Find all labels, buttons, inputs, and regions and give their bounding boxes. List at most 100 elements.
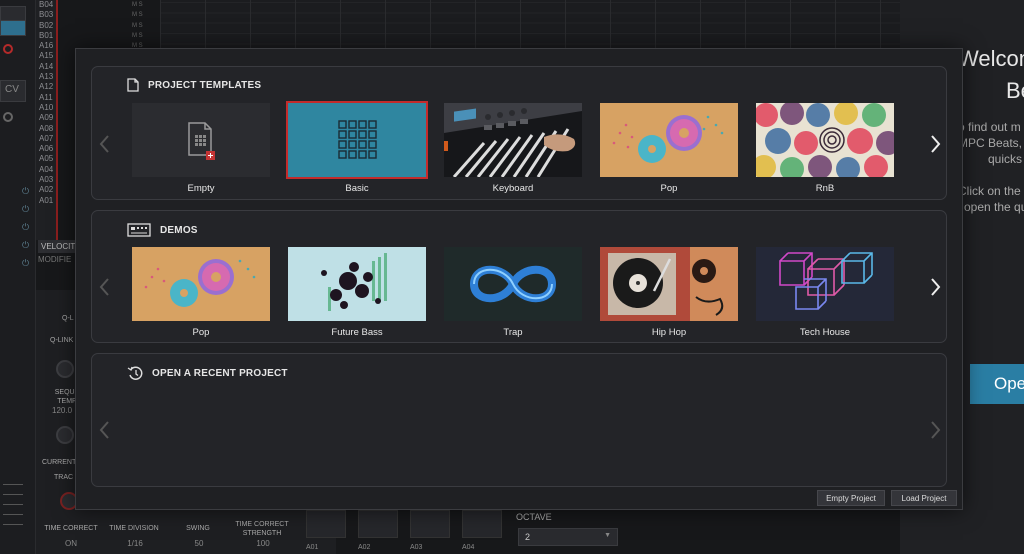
template-card-pop[interactable]: Pop <box>600 103 738 194</box>
chevron-left-icon[interactable] <box>98 420 112 440</box>
cubes-thumbnail <box>756 247 894 321</box>
empty-project-button[interactable]: Empty Project <box>817 490 885 506</box>
modifier-tab[interactable]: MODIFIE <box>38 255 71 264</box>
left-strip: CV ⏻ ⏻ ⏻ ⏻ ⏻ <box>0 0 36 554</box>
power-icon[interactable]: ⏻ <box>22 204 29 215</box>
track-label[interactable]: A04 <box>36 165 56 175</box>
pad[interactable] <box>358 510 398 538</box>
power-icon[interactable]: ⏻ <box>22 258 29 269</box>
chevron-right-icon[interactable] <box>928 277 942 297</box>
track-list: B04 B03 B02 B01 A16 A15 A14 A13 A12 A11 A10 A09 A08 A… <box>36 0 58 240</box>
card-label: RnB <box>815 183 835 194</box>
octave-label: OCTAVE <box>516 512 552 522</box>
octave-value: 2 <box>525 532 531 542</box>
welcome-text: MPC Beats, <box>958 136 1023 150</box>
track-label[interactable]: A06 <box>36 144 56 154</box>
velocity-tab[interactable]: VELOCIT <box>38 240 78 253</box>
donuts-thumbnail <box>132 247 270 321</box>
template-cards: Empty Basic Keyboard Pop RnB <box>132 101 912 194</box>
record-arm-icon[interactable] <box>3 44 13 54</box>
track-label[interactable]: A01 <box>36 196 56 206</box>
pad[interactable] <box>462 510 502 538</box>
mute-solo-buttons[interactable]: M S <box>132 0 156 10</box>
section-title: OPEN A RECENT PROJECT <box>152 367 288 379</box>
demo-card-trap[interactable]: Trap <box>444 247 582 338</box>
power-icon[interactable]: ⏻ <box>22 240 29 251</box>
track-label[interactable]: A03 <box>36 175 56 185</box>
welcome-text: quicks <box>988 152 1023 166</box>
chevron-left-icon[interactable] <box>98 277 112 297</box>
chevron-down-icon: ▼ <box>604 532 611 539</box>
power-icon[interactable]: ⏻ <box>22 186 29 197</box>
pad-label: A04 <box>462 544 475 551</box>
q-link-label: Q-LINK <box>50 337 74 344</box>
mpc-device-icon <box>127 223 151 237</box>
welcome-title-2: Be <box>1006 78 1024 103</box>
section-title: DEMOS <box>160 224 198 236</box>
track-label[interactable]: A10 <box>36 103 56 113</box>
q-link-tab[interactable]: Q-L <box>62 314 74 323</box>
card-label: Keyboard <box>492 183 534 194</box>
track-label[interactable]: A15 <box>36 51 56 61</box>
current-knob[interactable] <box>56 426 74 444</box>
template-card-keyboard[interactable]: Keyboard <box>444 103 582 194</box>
mute-solo-buttons[interactable]: M S <box>132 10 156 20</box>
demo-cards: Pop Future Bass Trap Hip Hop Tech House <box>132 247 912 338</box>
template-card-rnb[interactable]: RnB <box>756 103 894 194</box>
infinity-thumbnail <box>444 247 582 321</box>
chevron-right-icon[interactable] <box>928 134 942 154</box>
track-label[interactable]: B01 <box>36 31 56 41</box>
template-card-empty[interactable]: Empty <box>132 103 270 194</box>
card-label: Tech House <box>799 327 851 338</box>
cv-button[interactable]: CV <box>0 80 26 102</box>
chevron-right-icon[interactable] <box>928 420 942 440</box>
mute-solo-buttons[interactable]: M S <box>132 21 156 31</box>
knob-value: 100 <box>256 539 270 548</box>
open-button[interactable]: Ope <box>970 364 1024 404</box>
track-label[interactable]: A09 <box>36 113 56 123</box>
track-label[interactable]: A05 <box>36 154 56 164</box>
knob-value: 50 <box>194 539 204 548</box>
knob-label: TIME DIVISION <box>109 525 159 532</box>
welcome-text: open the qu <box>964 200 1024 214</box>
welcome-text: Click on the <box>958 184 1021 198</box>
current-label: CURRENT <box>42 459 77 466</box>
track-label[interactable]: A13 <box>36 72 56 82</box>
track-label[interactable]: A02 <box>36 185 56 195</box>
demo-card-tech-house[interactable]: Tech House <box>756 247 894 338</box>
demo-card-hip-hop[interactable]: Hip Hop <box>600 247 738 338</box>
card-label: Pop <box>660 183 678 194</box>
project-templates-section: PROJECT TEMPLATES Empty Basic Keyboard P… <box>91 66 947 200</box>
track-label[interactable]: A12 <box>36 82 56 92</box>
spheres-thumbnail <box>288 247 426 321</box>
chevron-left-icon[interactable] <box>98 134 112 154</box>
tempo-knob[interactable] <box>56 360 74 378</box>
track-label[interactable]: A08 <box>36 124 56 134</box>
sequence-tempo-value: 120.0 <box>52 406 73 415</box>
circles-thumbnail <box>756 103 894 177</box>
card-label: Empty <box>187 183 215 194</box>
pad[interactable] <box>306 510 346 538</box>
track-label[interactable]: A16 <box>36 41 56 51</box>
track-label[interactable]: A07 <box>36 134 56 144</box>
power-icon[interactable]: ⏻ <box>22 222 29 233</box>
track-label[interactable]: B04 <box>36 0 56 10</box>
mute-solo-buttons[interactable]: M S <box>132 31 156 41</box>
demo-card-future-bass[interactable]: Future Bass <box>288 247 426 338</box>
demo-card-pop[interactable]: Pop <box>132 247 270 338</box>
card-label: Hip Hop <box>651 327 687 338</box>
demos-section: DEMOS Pop Future Bass Trap Hip Hop Tech … <box>91 210 947 343</box>
octave-select[interactable]: 2 ▼ <box>518 528 618 546</box>
track-label[interactable]: A14 <box>36 62 56 72</box>
pad-label: A01 <box>306 544 319 551</box>
template-card-basic[interactable]: Basic <box>286 101 428 194</box>
track-label[interactable]: B02 <box>36 21 56 31</box>
knob-label: TIME CORRECT <box>44 525 98 532</box>
track-label[interactable]: A11 <box>36 93 56 103</box>
pad[interactable] <box>410 510 450 538</box>
pad-label: A02 <box>358 544 371 551</box>
load-project-button[interactable]: Load Project <box>891 490 957 506</box>
card-label: Basic <box>345 183 369 194</box>
section-header: PROJECT TEMPLATES <box>127 78 261 92</box>
track-label[interactable]: B03 <box>36 10 56 20</box>
